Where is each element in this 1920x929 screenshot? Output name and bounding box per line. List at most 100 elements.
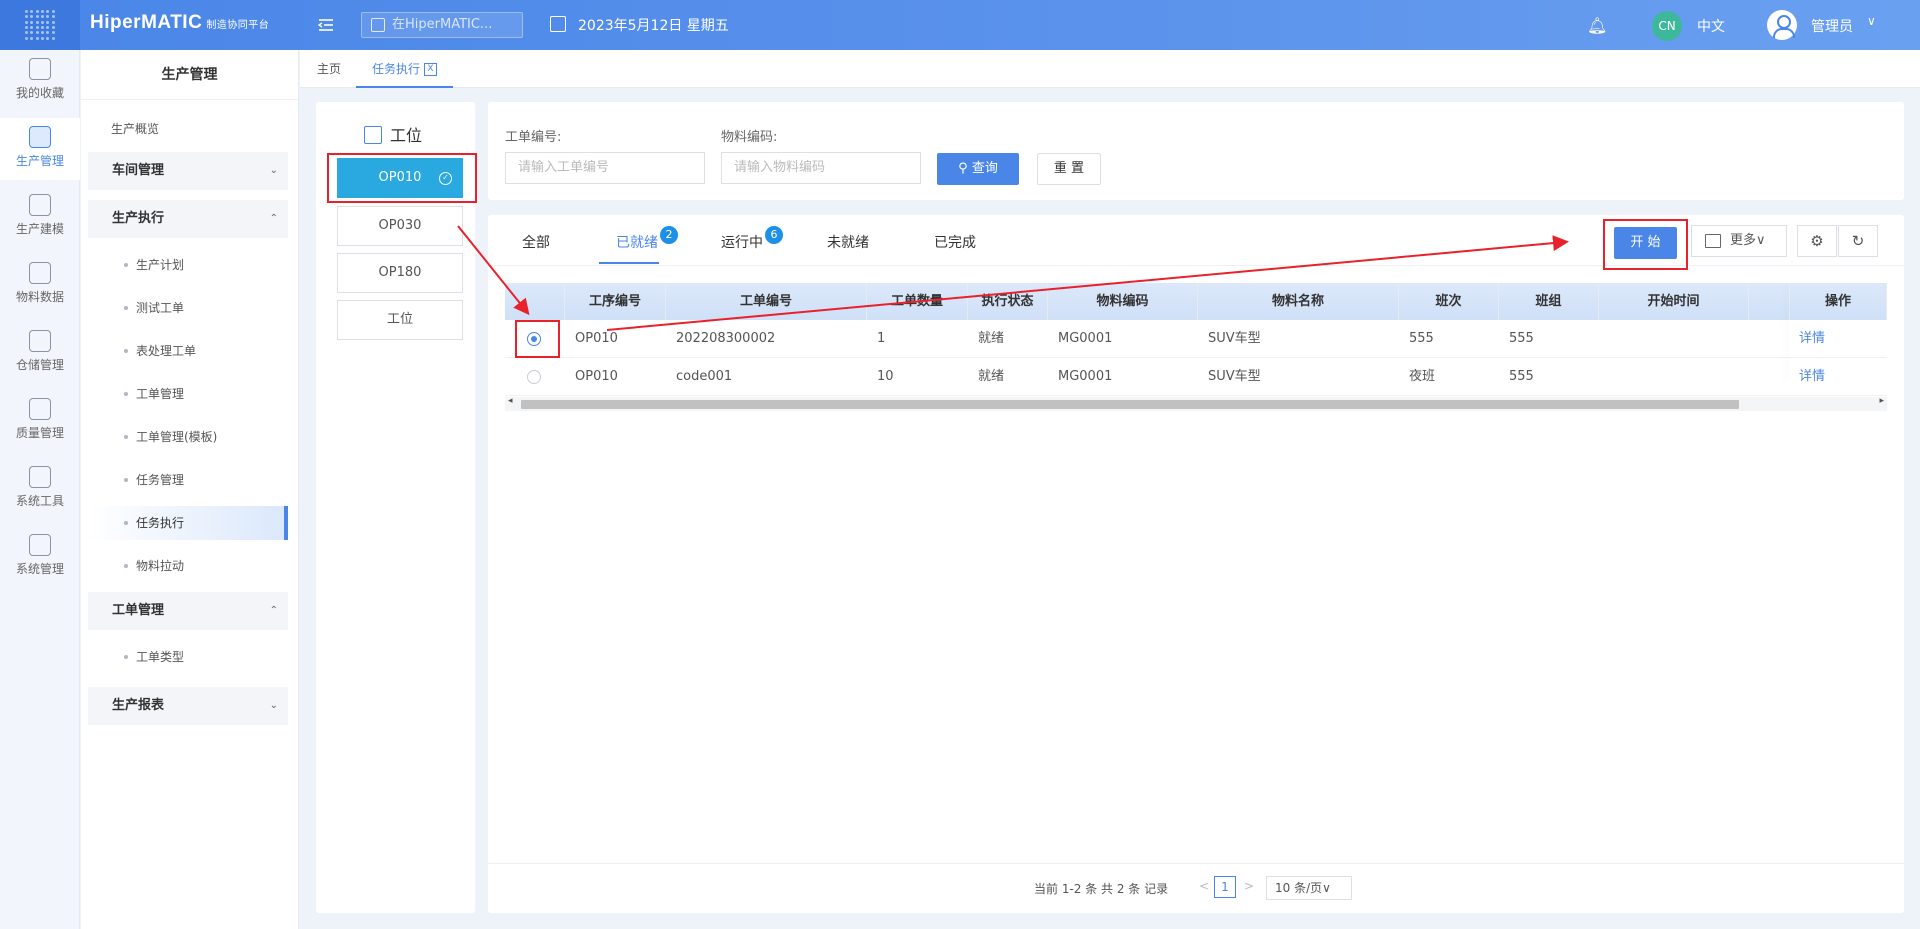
annotation-box-start (1603, 219, 1688, 270)
brand-logo: HiperMATIC 制造协同平台 (90, 12, 270, 33)
col-header: 物料编码 (1048, 283, 1198, 320)
chevron-down-icon: ⌄ (269, 165, 278, 176)
scroll-thumb[interactable] (521, 400, 1739, 409)
sidebar-item[interactable]: 任务管理 (88, 463, 288, 497)
chevron-down-icon[interactable]: ∨ (1867, 14, 1876, 28)
settings-cube-icon (29, 534, 51, 556)
page-size-select[interactable]: 10 条/页∨ (1266, 876, 1352, 900)
menu-toggle-icon[interactable] (316, 15, 336, 35)
sidebar-group-work-orders[interactable]: 工单管理 ⌃ (88, 592, 288, 630)
row-radio[interactable] (527, 370, 541, 384)
rail-item-production[interactable]: 生产管理 (0, 118, 80, 180)
close-icon[interactable]: X (424, 63, 438, 76)
reset-button[interactable]: 重 置 (1037, 153, 1101, 185)
workstation-panel: 工位 OP010 ✓ OP030 OP180 工位 (316, 102, 475, 913)
page-number[interactable]: 1 (1214, 876, 1236, 898)
rail-item-system[interactable]: 系统管理 (0, 526, 80, 588)
refresh-icon[interactable]: ↻ (1838, 225, 1878, 257)
workstation-op030[interactable]: OP030 (337, 206, 463, 246)
next-page-icon[interactable]: > (1244, 879, 1254, 893)
col-header: 班组 (1499, 283, 1599, 320)
top-header: HiperMATIC 制造协同平台 在HiperMATIC... 2023年5月1… (0, 0, 1920, 50)
scroll-left-icon[interactable]: ◂ (508, 396, 513, 406)
workstation-generic[interactable]: 工位 (337, 300, 463, 340)
rail-item-tools[interactable]: 系统工具 (0, 458, 80, 520)
app-grid-icon[interactable] (0, 0, 80, 50)
sidebar: 生产管理 生产概览 车间管理 ⌄ 生产执行 ⌃ 生产计划 测试工单 表处理工单 工单… (81, 50, 299, 929)
col-header: 工单数量 (867, 283, 968, 320)
rail-item-quality[interactable]: 质量管理 (0, 390, 80, 452)
task-list-panel: 全部 已就绪 2 运行中 6 未就绪 已完成 开 始 更多∨ ⚙ ↻ 工序编号 工单… (488, 215, 1904, 913)
tab-running[interactable]: 运行中 6 (721, 226, 783, 252)
sidebar-item[interactable]: 工单类型 (88, 640, 288, 674)
horizontal-scrollbar[interactable]: ◂ ▸ (505, 396, 1887, 411)
col-header: 执行状态 (968, 283, 1048, 320)
tab-completed[interactable]: 已完成 (934, 232, 976, 252)
rail-item-favorites[interactable]: 我的收藏 (0, 50, 80, 112)
cube-icon (29, 194, 51, 216)
detail-link[interactable]: 详情 (1789, 320, 1825, 358)
pager-divider (488, 863, 1904, 864)
cell-op: OP010 (575, 331, 618, 346)
language-badge[interactable]: CN (1652, 11, 1682, 41)
tab-home[interactable]: 主页 (317, 50, 341, 88)
sidebar-group-reports[interactable]: 生产报表 ⌄ (88, 687, 288, 725)
cell-team: 555 (1509, 369, 1534, 384)
sidebar-item[interactable]: 工单管理 (88, 377, 288, 411)
chevron-down-icon: ⌄ (269, 700, 278, 711)
tab-all[interactable]: 全部 (522, 232, 550, 252)
material-input[interactable]: 请输入物料编码 (721, 152, 921, 184)
table-row[interactable]: OP010 202208300002 1 就绪 MG0001 SUV车型 555… (505, 320, 1887, 358)
more-button[interactable]: 更多∨ (1691, 225, 1787, 257)
gear-icon[interactable]: ⚙ (1797, 225, 1837, 257)
cell-mat-name: SUV车型 (1208, 369, 1261, 384)
calendar-icon (550, 16, 566, 32)
tab-not-ready[interactable]: 未就绪 (827, 232, 869, 252)
material-label: 物料编码: (721, 130, 778, 145)
rail-item-material[interactable]: 物料数据 (0, 254, 80, 316)
tab-task-execution[interactable]: 任务执行 X (356, 50, 454, 88)
detail-link[interactable]: 详情 (1789, 358, 1825, 396)
production-icon (29, 126, 51, 148)
module-rail: 我的收藏 生产管理 生产建模 物料数据 仓储管理 质量管理 系统工具 系统管理 (0, 50, 80, 929)
sidebar-item-task-execution[interactable]: 任务执行 (88, 506, 288, 540)
sidebar-item[interactable]: 物料拉动 (88, 549, 288, 583)
user-name[interactable]: 管理员 (1811, 16, 1853, 36)
warehouse-icon (29, 330, 51, 352)
sidebar-group-workshop[interactable]: 车间管理 ⌄ (88, 152, 288, 190)
global-search-input[interactable]: 在HiperMATIC... (361, 12, 523, 38)
language-label[interactable]: 中文 (1697, 16, 1725, 36)
material-icon (29, 262, 51, 284)
wo-input[interactable]: 请输入工单编号 (505, 152, 705, 184)
col-header: 班次 (1399, 283, 1499, 320)
list-icon (1705, 234, 1721, 248)
sidebar-item[interactable]: 工单管理(模板) (88, 420, 288, 454)
sidebar-item[interactable]: 生产计划 (88, 248, 288, 282)
cell-shift: 555 (1409, 331, 1434, 346)
sidebar-item[interactable]: 表处理工单 (88, 334, 288, 368)
col-select (505, 283, 565, 320)
prev-page-icon[interactable]: < (1199, 879, 1209, 893)
org-chart-icon (364, 126, 382, 144)
quality-icon (29, 398, 51, 420)
table-row[interactable]: OP010 code001 10 就绪 MG0001 SUV车型 夜班 555 … (505, 358, 1887, 396)
query-button[interactable]: ⚲ 查询 (937, 153, 1019, 185)
cell-team: 555 (1509, 331, 1534, 346)
table-header: 工序编号 工单编号 工单数量 执行状态 物料编码 物料名称 班次 班组 开始时间… (505, 283, 1887, 320)
page-tabs-bar: 主页 任务执行 X (300, 50, 1920, 88)
user-avatar[interactable] (1767, 10, 1797, 40)
tabs-divider (488, 265, 1904, 266)
network-icon (29, 466, 51, 488)
chevron-up-icon: ⌃ (269, 213, 278, 224)
scroll-right-icon[interactable]: ▸ (1879, 396, 1884, 406)
bell-icon[interactable]: 🔔︎ (1587, 16, 1607, 35)
sidebar-item-overview[interactable]: 生产概览 (111, 120, 159, 137)
sidebar-group-execution[interactable]: 生产执行 ⌃ (88, 200, 288, 238)
sidebar-item[interactable]: 测试工单 (88, 291, 288, 325)
rail-item-warehouse[interactable]: 仓储管理 (0, 322, 80, 384)
rail-item-modeling[interactable]: 生产建模 (0, 186, 80, 248)
cell-wo: 202208300002 (676, 331, 776, 346)
workstation-op180[interactable]: OP180 (337, 253, 463, 293)
col-header: 工序编号 (565, 283, 666, 320)
tab-ready[interactable]: 已就绪 2 (616, 226, 678, 252)
